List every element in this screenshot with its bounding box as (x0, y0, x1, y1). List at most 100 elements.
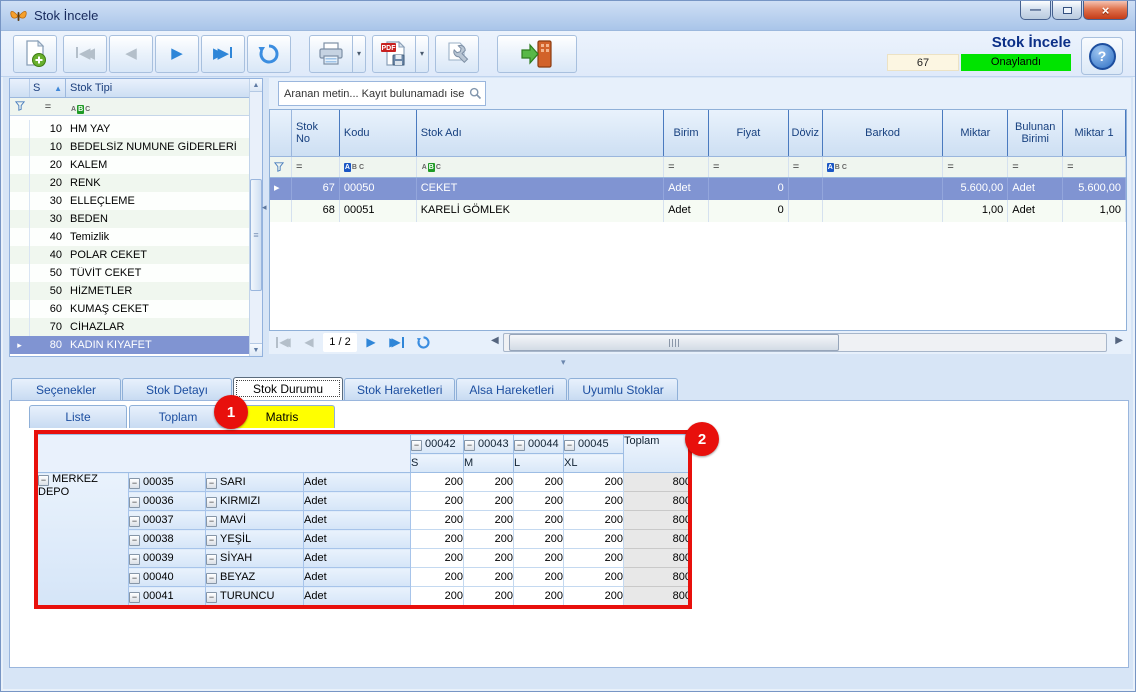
close-button[interactable]: × (1083, 1, 1128, 20)
exit-button[interactable] (497, 35, 577, 73)
stock-type-row[interactable]: 20KALEM (10, 156, 249, 174)
matrix-value-cell[interactable]: 200 (514, 549, 564, 568)
collapse-icon[interactable]: − (129, 573, 140, 584)
matrix-value-cell[interactable]: 200 (411, 473, 464, 492)
matrix-code-cell[interactable]: −00037 (129, 511, 206, 530)
collapse-icon[interactable]: − (129, 516, 140, 527)
matrix-color-cell[interactable]: −SİYAH (206, 549, 304, 568)
matrix-color-cell[interactable]: −SARI (206, 473, 304, 492)
filter-cell[interactable]: ABC (340, 157, 417, 177)
matrix-code-cell[interactable]: −00040 (129, 568, 206, 587)
matrix-value-cell[interactable]: 200 (564, 549, 624, 568)
collapse-icon[interactable]: − (206, 592, 217, 603)
stock-type-row[interactable]: 40Temizlik (10, 228, 249, 246)
column-header-birim[interactable]: Birim (664, 110, 709, 156)
collapse-icon[interactable]: − (129, 497, 140, 508)
column-header-barkod[interactable]: Barkod (823, 110, 944, 156)
matrix-unit-cell[interactable]: Adet (304, 473, 411, 492)
stock-type-row[interactable]: 30ELLEÇLEME (10, 192, 249, 210)
collapse-icon[interactable]: − (206, 497, 217, 508)
collapse-icon[interactable]: − (206, 478, 217, 489)
matrix-unit-cell[interactable]: Adet (304, 492, 411, 511)
column-header-stok-tipi[interactable]: Stok Tipi (66, 82, 262, 94)
tab-stok-hareketleri[interactable]: Stok Hareketleri (344, 378, 455, 400)
matrix-value-cell[interactable]: 200 (514, 473, 564, 492)
subtab-toplam[interactable]: Toplam (129, 405, 227, 428)
collapse-icon[interactable]: − (411, 440, 422, 451)
horizontal-splitter[interactable]: ▾ (561, 357, 566, 368)
scroll-down-icon[interactable]: ▼ (250, 343, 262, 356)
stock-row[interactable]: 6800051KARELİ GÖMLEKAdet01,00Adet1,00 (270, 200, 1126, 222)
matrix-code-cell[interactable]: −00035 (129, 473, 206, 492)
hscroll-right-icon[interactable]: ▶ (1115, 335, 1123, 346)
help-button[interactable]: ? (1081, 37, 1123, 75)
column-header-miktar[interactable]: Miktar (943, 110, 1008, 156)
collapse-icon[interactable]: − (206, 535, 217, 546)
tab-alsa-hareketleri[interactable]: Alsa Hareketleri (456, 378, 567, 400)
collapse-icon[interactable]: − (206, 573, 217, 584)
matrix-size-code-header[interactable]: −00045 (564, 435, 624, 454)
matrix-value-cell[interactable]: 200 (411, 568, 464, 587)
tools-button[interactable] (435, 35, 479, 73)
tab-uyumlu-stoklar[interactable]: Uyumlu Stoklar (568, 378, 678, 400)
new-record-button[interactable] (13, 35, 57, 73)
matrix-value-cell[interactable]: 200 (411, 492, 464, 511)
matrix-color-cell[interactable]: −YEŞİL (206, 530, 304, 549)
pdf-dropdown-button[interactable]: ▾ (416, 35, 429, 73)
stock-type-row[interactable]: 70CİHAZLAR (10, 318, 249, 336)
last-record-button[interactable]: ▶▶ (201, 35, 245, 73)
column-header-fiyat[interactable]: Fiyat (709, 110, 789, 156)
matrix-unit-cell[interactable]: Adet (304, 530, 411, 549)
matrix-value-cell[interactable]: 200 (464, 568, 514, 587)
matrix-color-cell[interactable]: −TURUNCU (206, 587, 304, 606)
matrix-unit-cell[interactable]: Adet (304, 511, 411, 530)
matrix-value-cell[interactable]: 200 (464, 530, 514, 549)
filter-cell[interactable]: = (1008, 157, 1063, 177)
panel-splitter[interactable]: ◂ (262, 202, 267, 213)
refresh-button[interactable] (247, 35, 291, 73)
matrix-value-cell[interactable]: 200 (464, 492, 514, 511)
horizontal-scrollbar[interactable] (503, 333, 1107, 352)
matrix-value-cell[interactable]: 200 (514, 568, 564, 587)
matrix-unit-cell[interactable]: Adet (304, 549, 411, 568)
collapse-icon[interactable]: − (206, 516, 217, 527)
pager-reload-button[interactable] (411, 332, 435, 352)
column-header-bulunan-birimi[interactable]: Bulunan Birimi (1008, 110, 1063, 156)
matrix-value-cell[interactable]: 200 (411, 511, 464, 530)
matrix-value-cell[interactable]: 200 (464, 587, 514, 606)
stock-type-row[interactable]: 20RENK (10, 174, 249, 192)
matrix-warehouse-cell[interactable]: −MERKEZ DEPO (38, 473, 129, 606)
column-header-kodu[interactable]: Kodu (340, 110, 417, 156)
export-pdf-save-button[interactable]: PDF (372, 35, 416, 73)
column-header-s[interactable]: S ▲ (30, 79, 66, 97)
matrix-value-cell[interactable]: 200 (464, 473, 514, 492)
matrix-value-cell[interactable]: 200 (514, 492, 564, 511)
stock-row[interactable]: ▸6700050CEKETAdet05.600,00Adet5.600,00 (270, 178, 1126, 200)
previous-record-button[interactable]: ◀ (109, 35, 153, 73)
collapse-icon[interactable]: − (129, 478, 140, 489)
print-dropdown-button[interactable]: ▾ (353, 35, 366, 73)
stock-type-row[interactable]: 10HM YAY (10, 120, 249, 138)
pager-previous-button[interactable]: ◀ (297, 332, 321, 352)
matrix-value-cell[interactable]: 200 (411, 549, 464, 568)
matrix-size-code-header[interactable]: −00043 (464, 435, 514, 454)
pager-last-button[interactable]: ▶▶ (385, 332, 409, 352)
filter-cell[interactable]: = (943, 157, 1008, 177)
tab-stok-detay-[interactable]: Stok Detayı (122, 378, 232, 400)
vertical-scrollbar[interactable]: ▲ ≡ ▼ (249, 79, 262, 356)
matrix-value-cell[interactable]: 200 (464, 549, 514, 568)
matrix-code-cell[interactable]: −00041 (129, 587, 206, 606)
stock-type-row[interactable]: 30BEDEN (10, 210, 249, 228)
filter-cell[interactable]: = (1063, 157, 1126, 177)
scrollbar-thumb[interactable]: ≡ (250, 179, 262, 291)
matrix-value-cell[interactable]: 200 (514, 587, 564, 606)
matrix-unit-cell[interactable]: Adet (304, 568, 411, 587)
filter-cell[interactable]: = (789, 157, 823, 177)
filter-cell[interactable]: = (292, 157, 340, 177)
hscroll-left-icon[interactable]: ◀ (491, 335, 499, 346)
pager-first-button[interactable]: ◀◀ (271, 332, 295, 352)
matrix-value-cell[interactable]: 200 (564, 530, 624, 549)
stock-type-row[interactable]: 50HİZMETLER (10, 282, 249, 300)
first-record-button[interactable]: ◀◀ (63, 35, 107, 73)
matrix-value-cell[interactable]: 200 (464, 511, 514, 530)
